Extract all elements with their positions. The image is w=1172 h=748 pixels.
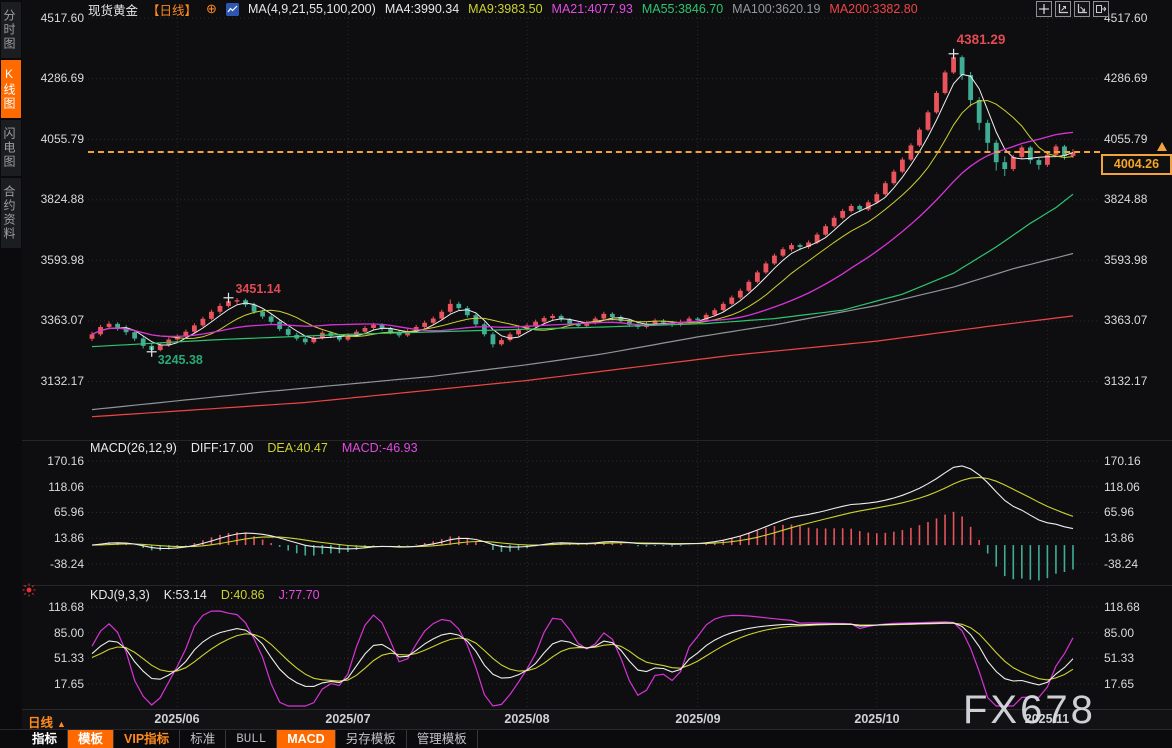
chart-toolbar <box>1036 1 1109 17</box>
y-axis-label: 13.86 <box>1104 530 1170 546</box>
ma9-value: MA9:3983.50 <box>468 2 542 16</box>
ma200-value: MA200:3382.80 <box>829 2 917 16</box>
y-axis-label: 118.68 <box>1104 599 1170 615</box>
trading-terminal: 4381.29 3451.14 3245.38 分时图 K线图 闪电图 合约资料 现… <box>0 0 1172 748</box>
y-axis-label: 170.16 <box>22 453 84 469</box>
y-axis-label: 3824.88 <box>22 191 84 207</box>
x-axis-date: 2025/06 <box>137 712 217 726</box>
price-up-arrow-icon <box>1157 142 1167 151</box>
tab-standard[interactable]: 标准 <box>180 730 226 748</box>
kdj-d-value: D:40.86 <box>221 588 265 602</box>
y-axis-label: 51.33 <box>22 650 84 666</box>
svg-text:3451.14: 3451.14 <box>235 282 280 296</box>
watermark: FX678 <box>963 688 1096 733</box>
fit-vertical-icon[interactable] <box>1074 1 1090 17</box>
macd-macd-value: MACD:-46.93 <box>342 441 418 455</box>
sidebar-tab-contract-info[interactable]: 合约资料 <box>1 178 21 248</box>
left-sidebar: 分时图 K线图 闪电图 合约资料 <box>0 0 22 748</box>
chart-header: 现货黄金 【日线】 ⊕ MA(4,9,21,55,100,200) MA4:39… <box>88 1 918 17</box>
y-axis-label: 65.96 <box>22 504 84 520</box>
macd-diff-value: DIFF:17.00 <box>191 441 254 455</box>
macd-header: MACD(26,12,9) DIFF:17.00 DEA:40.47 MACD:… <box>90 441 418 455</box>
y-axis-label: 3132.17 <box>1104 373 1170 389</box>
ma4-value: MA4:3990.34 <box>385 2 459 16</box>
y-axis-label: 17.65 <box>1104 676 1170 692</box>
y-axis-label: -38.24 <box>1104 556 1170 572</box>
y-axis-label: 85.00 <box>22 625 84 641</box>
timeframe-label: 【日线】 <box>147 0 197 19</box>
y-axis-label: 3132.17 <box>22 373 84 389</box>
y-axis-label: 17.65 <box>22 676 84 692</box>
y-axis-label: 85.00 <box>1104 625 1170 641</box>
kdj-k-value: K:53.14 <box>164 588 207 602</box>
ma100-value: MA100:3620.19 <box>732 2 820 16</box>
x-axis-date: 2025/09 <box>658 712 738 726</box>
kdj-j-value: J:77.70 <box>279 588 320 602</box>
tab-macd[interactable]: MACD <box>277 730 336 748</box>
kdj-header: KDJ(9,3,3) K:53.14 D:40.86 J:77.70 <box>90 588 320 602</box>
pan-mode-icon[interactable] <box>1036 1 1052 17</box>
y-axis-label: 3363.07 <box>1104 312 1170 328</box>
y-axis-label: 170.16 <box>1104 453 1170 469</box>
ma21-value: MA21:4077.93 <box>552 2 633 16</box>
sidebar-tab-kline[interactable]: K线图 <box>1 60 21 118</box>
y-axis-label: 3593.98 <box>22 252 84 268</box>
tab-vip-indicators[interactable]: VIP指标 <box>114 730 180 748</box>
tab-indicators[interactable]: 指标 <box>22 730 68 748</box>
y-axis-label: 4517.60 <box>22 10 84 26</box>
triangle-up-icon: ▲ <box>57 719 66 729</box>
candlestick-chart[interactable]: 4381.29 3451.14 3245.38 <box>0 0 1172 748</box>
macd-dea-value: DEA:40.47 <box>267 441 327 455</box>
svg-text:3245.38: 3245.38 <box>158 353 203 367</box>
add-indicator-icon[interactable]: ⊕ <box>206 1 217 17</box>
y-axis-label: 4517.60 <box>1104 10 1170 26</box>
ma55-value: MA55:3846.70 <box>642 2 723 16</box>
expand-pane-icon[interactable] <box>1093 1 1109 17</box>
chart-type-icon[interactable] <box>226 3 239 16</box>
y-axis-label: 3593.98 <box>1104 252 1170 268</box>
current-price-tag: 4004.26 <box>1101 154 1172 175</box>
x-axis-date: 2025/07 <box>308 712 388 726</box>
y-axis-label: 4286.69 <box>1104 70 1170 86</box>
current-price-line <box>88 151 1100 153</box>
x-axis-date: 2025/10 <box>837 712 917 726</box>
y-axis-label: 3363.07 <box>22 312 84 328</box>
y-axis-label: 118.06 <box>22 479 84 495</box>
y-axis-label: -38.24 <box>22 556 84 572</box>
tab-save-template[interactable]: 另存模板 <box>336 730 407 748</box>
sidebar-tab-timeline[interactable]: 分时图 <box>1 2 21 58</box>
tab-template[interactable]: 模板 <box>68 730 114 748</box>
y-axis-label: 65.96 <box>1104 504 1170 520</box>
kdj-title: KDJ(9,3,3) <box>90 588 150 602</box>
tab-bull[interactable]: BULL <box>226 730 277 748</box>
y-axis-label: 13.86 <box>22 530 84 546</box>
x-axis-date: 2025/08 <box>487 712 567 726</box>
ma-group-label: MA(4,9,21,55,100,200) <box>248 2 376 16</box>
sidebar-tab-tick[interactable]: 闪电图 <box>1 120 21 176</box>
y-axis-label: 4055.79 <box>22 131 84 147</box>
macd-title: MACD(26,12,9) <box>90 441 177 455</box>
y-axis-label: 3824.88 <box>1104 191 1170 207</box>
tab-manage-template[interactable]: 管理模板 <box>407 730 478 748</box>
y-axis-label: 51.33 <box>1104 650 1170 666</box>
y-axis-label: 118.68 <box>22 599 84 615</box>
fit-horizontal-icon[interactable] <box>1055 1 1071 17</box>
y-axis-label: 118.06 <box>1104 479 1170 495</box>
symbol-name: 现货黄金 <box>88 0 138 19</box>
svg-text:4381.29: 4381.29 <box>957 32 1006 47</box>
y-axis-label: 4286.69 <box>22 70 84 86</box>
